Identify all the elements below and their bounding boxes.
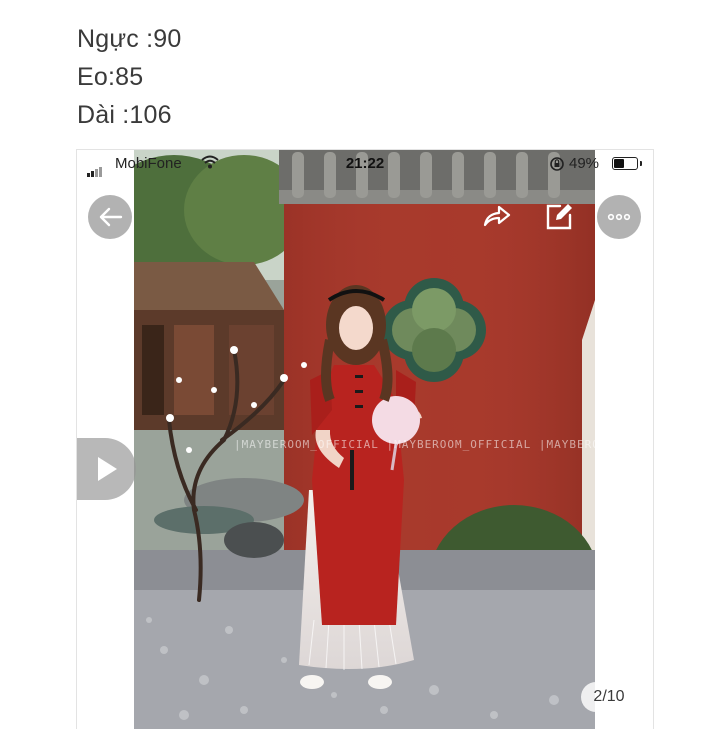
measurements: Ngực :90 Eo:85 Dài :106 (77, 20, 182, 134)
share-forward-icon[interactable] (481, 203, 513, 229)
battery-fill (614, 159, 624, 168)
length-measurement: Dài :106 (77, 101, 172, 129)
back-button[interactable] (88, 195, 132, 239)
play-button[interactable] (77, 438, 136, 500)
arrow-left-icon (99, 207, 123, 227)
chest-measurement: Ngực :90 (77, 25, 182, 53)
product-screenshot: |MAYBEROOM_OFFICIAL |MAYBEROOM_OFFICIAL … (76, 149, 654, 729)
edit-pencil-icon[interactable] (544, 203, 574, 231)
battery-percent: 49% (569, 155, 600, 172)
status-bar: MobiFone 21:22 49% (77, 150, 653, 177)
battery-icon (612, 157, 642, 170)
more-dots-icon (607, 213, 631, 221)
photo-watermark: |MAYBEROOM_OFFICIAL |MAYBEROOM_OFFICIAL … (234, 438, 595, 451)
rotation-lock-icon (550, 157, 564, 171)
image-counter: 2/10 (581, 682, 637, 712)
play-triangle-icon (98, 457, 117, 481)
product-photo[interactable]: |MAYBEROOM_OFFICIAL |MAYBEROOM_OFFICIAL … (134, 150, 595, 729)
more-options-button[interactable] (597, 195, 641, 239)
status-time: 21:22 (345, 155, 385, 172)
waist-measurement: Eo:85 (77, 63, 144, 91)
